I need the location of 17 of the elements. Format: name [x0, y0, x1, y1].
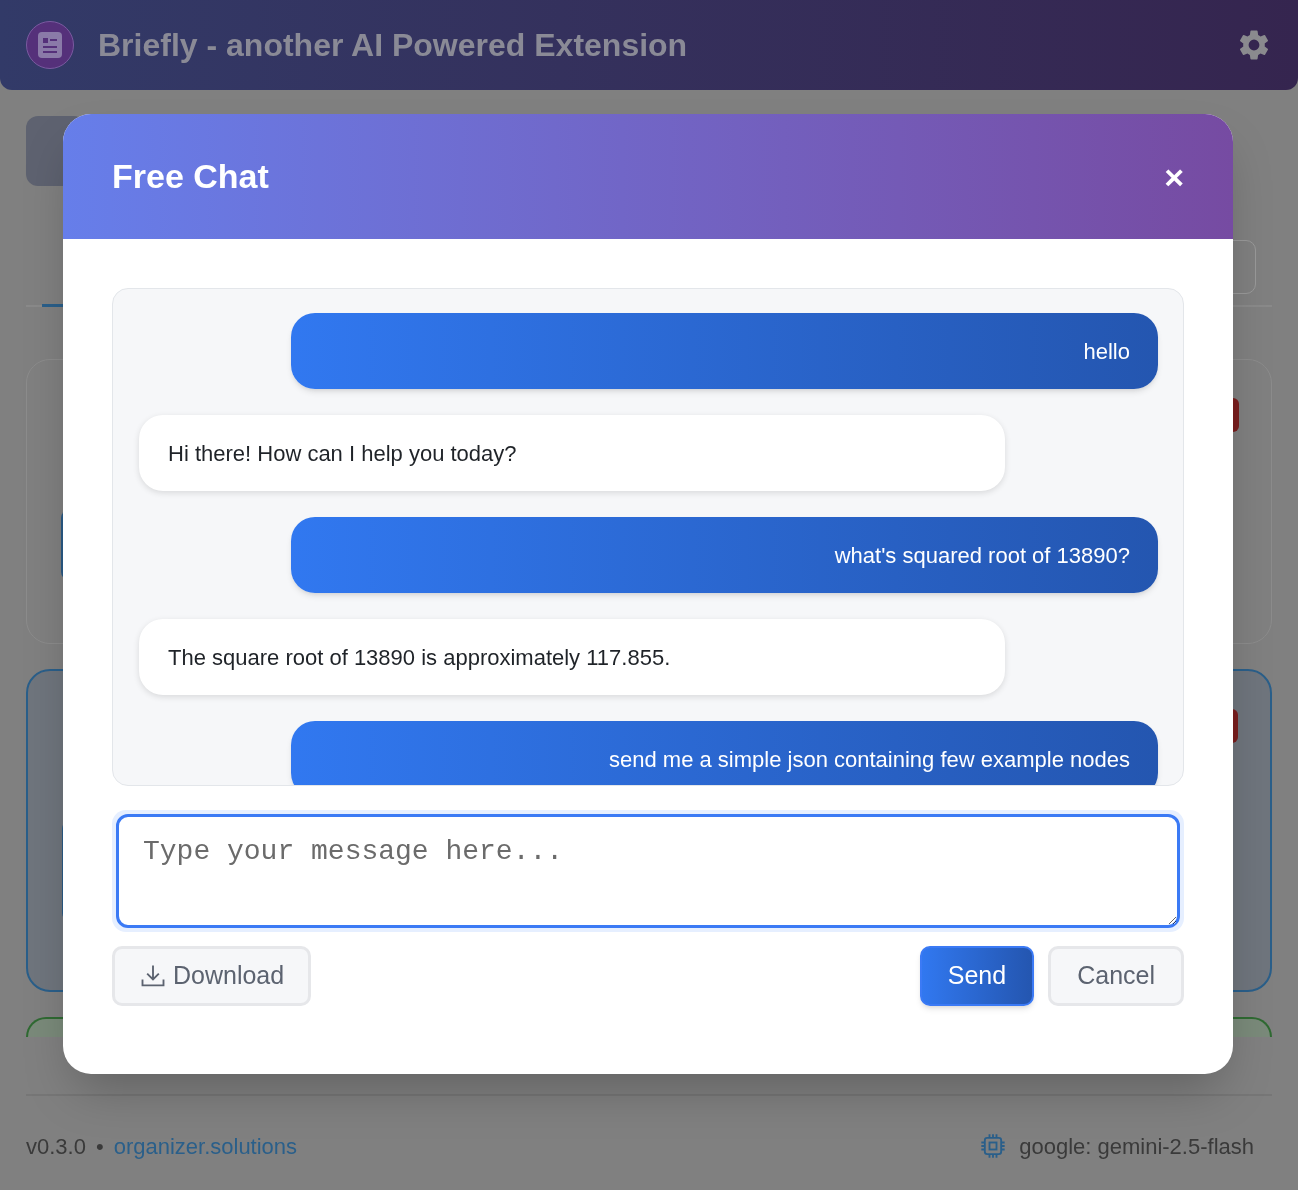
chip-icon — [979, 1132, 1008, 1160]
app-title: Briefly - another AI Powered Extension — [98, 26, 688, 65]
send-button[interactable]: Send — [919, 946, 1035, 1006]
cancel-button[interactable]: Cancel — [1048, 946, 1184, 1006]
version-text: v0.3.0 — [26, 1132, 86, 1161]
close-button[interactable]: × — [1164, 159, 1184, 194]
dialog-title: Free Chat — [112, 156, 269, 197]
separator-dot: • — [95, 1132, 104, 1161]
download-button[interactable]: Download — [112, 946, 312, 1006]
user-message: hello — [291, 313, 1158, 389]
user-message: what's squared root of 13890? — [291, 517, 1158, 593]
model-name: google: gemini-2.5-flash — [1019, 1132, 1254, 1161]
assistant-message: Hi there! How can I help you today? — [139, 415, 1005, 491]
user-message: send me a simple json containing few example nodes — [291, 721, 1158, 785]
assistant-message: The square root of 13890 is approximately 117.855. — [139, 619, 1005, 695]
message-input[interactable]: Type your message here... — [116, 814, 1180, 928]
logo-icon — [26, 21, 74, 69]
